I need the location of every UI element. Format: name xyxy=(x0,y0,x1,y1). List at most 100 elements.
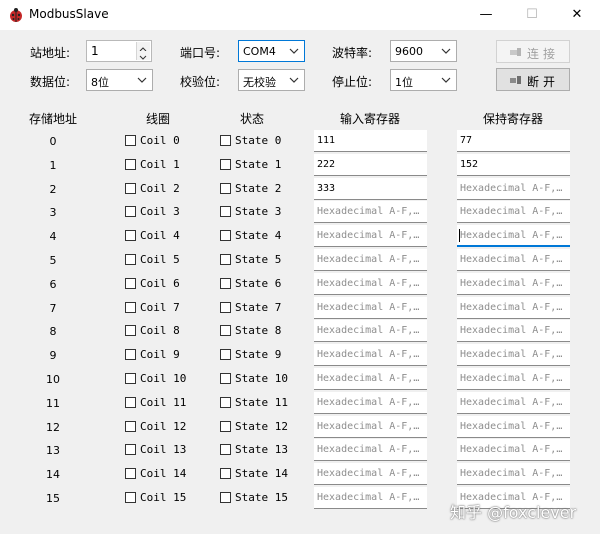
state-checkbox[interactable] xyxy=(220,254,231,265)
input-register-field[interactable]: 222 xyxy=(314,154,427,176)
holding-register-field[interactable]: Hexadecimal A-F,… xyxy=(457,463,570,485)
minimize-button[interactable]: — xyxy=(463,0,509,30)
coil-label: Coil 14 xyxy=(140,467,187,480)
spin-down-icon[interactable] xyxy=(136,51,150,60)
coil-checkbox[interactable] xyxy=(125,492,136,503)
coil-checkbox[interactable] xyxy=(125,206,136,217)
state-checkbox[interactable] xyxy=(220,230,231,241)
state-checkbox[interactable] xyxy=(220,349,231,360)
input-register-field[interactable]: Hexadecimal A-F,… xyxy=(314,487,427,509)
address-cell: 10 xyxy=(46,373,60,386)
baud-select[interactable]: 9600 xyxy=(390,40,457,62)
input-register-field[interactable]: Hexadecimal A-F,… xyxy=(314,297,427,319)
parity-select[interactable]: 无校验 xyxy=(238,69,305,91)
state-checkbox[interactable] xyxy=(220,135,231,146)
input-register-field[interactable]: Hexadecimal A-F,… xyxy=(314,439,427,461)
holding-register-field[interactable]: Hexadecimal A-F,… xyxy=(457,249,570,271)
coil-label: Coil 0 xyxy=(140,134,180,147)
state-label: State 11 xyxy=(235,396,288,409)
stopbits-select[interactable]: 1位 xyxy=(390,69,457,91)
input-register-field[interactable]: Hexadecimal A-F,… xyxy=(314,273,427,295)
spin-up-icon[interactable] xyxy=(136,42,150,52)
coil-checkbox[interactable] xyxy=(125,302,136,313)
table-row: 9 Coil 9 State 9 Hexadecimal A-F,… Hexadecim… xyxy=(0,344,600,367)
register-placeholder: Hexadecimal A-F,… xyxy=(317,230,420,241)
holding-register-field[interactable]: Hexadecimal A-F,… xyxy=(457,368,570,390)
coil-checkbox[interactable] xyxy=(125,278,136,289)
disconnect-button[interactable]: 断开 xyxy=(496,68,570,91)
coil-checkbox[interactable] xyxy=(125,230,136,241)
input-register-field[interactable]: Hexadecimal A-F,… xyxy=(314,201,427,223)
coil-checkbox[interactable] xyxy=(125,159,136,170)
holding-register-field[interactable]: Hexadecimal A-F,… xyxy=(457,273,570,295)
holding-register-field[interactable]: Hexadecimal A-F,… xyxy=(457,416,570,438)
state-checkbox[interactable] xyxy=(220,159,231,170)
chevron-down-icon xyxy=(441,48,451,54)
input-register-field[interactable]: 111 xyxy=(314,130,427,152)
holding-register-field[interactable]: 77 xyxy=(457,130,570,152)
input-register-field[interactable]: Hexadecimal A-F,… xyxy=(314,225,427,247)
parity-label: 校验位: xyxy=(180,75,221,89)
register-placeholder: Hexadecimal A-F,… xyxy=(317,397,420,408)
state-checkbox[interactable] xyxy=(220,183,231,194)
state-checkbox[interactable] xyxy=(220,278,231,289)
table-row: 8 Coil 8 State 8 Hexadecimal A-F,… Hexadecim… xyxy=(0,320,600,343)
register-placeholder: Hexadecimal A-F,… xyxy=(317,254,420,265)
table-row: 3 Coil 3 State 3 Hexadecimal A-F,… Hexadecim… xyxy=(0,201,600,224)
state-checkbox[interactable] xyxy=(220,302,231,313)
holding-register-field[interactable]: Hexadecimal A-F,… xyxy=(457,439,570,461)
state-checkbox[interactable] xyxy=(220,206,231,217)
holding-register-field[interactable]: Hexadecimal A-F,… xyxy=(457,297,570,319)
holding-register-field[interactable]: Hexadecimal A-F,… xyxy=(457,320,570,342)
state-label: State 8 xyxy=(235,324,282,337)
station-spinner[interactable] xyxy=(136,42,150,60)
holding-register-field[interactable]: Hexadecimal A-F,… xyxy=(457,344,570,366)
port-select[interactable]: COM4 xyxy=(238,40,305,62)
coil-checkbox[interactable] xyxy=(125,135,136,146)
station-label: 站地址: xyxy=(30,46,71,60)
holding-register-field[interactable]: Hexadecimal A-F,… xyxy=(457,178,570,200)
input-register-field[interactable]: 333 xyxy=(314,178,427,200)
coil-checkbox[interactable] xyxy=(125,325,136,336)
coil-checkbox[interactable] xyxy=(125,421,136,432)
register-placeholder: Hexadecimal A-F,… xyxy=(317,278,420,289)
holding-register-field[interactable]: Hexadecimal A-F,… xyxy=(457,392,570,414)
coil-checkbox[interactable] xyxy=(125,183,136,194)
address-cell: 2 xyxy=(49,183,57,196)
address-cell: 1 xyxy=(49,159,57,172)
input-register-field[interactable]: Hexadecimal A-F,… xyxy=(314,368,427,390)
close-button[interactable]: ✕ xyxy=(554,0,600,30)
state-checkbox[interactable] xyxy=(220,468,231,479)
coil-checkbox[interactable] xyxy=(125,254,136,265)
maximize-button[interactable]: ☐ xyxy=(509,0,555,30)
connect-button[interactable]: 连接 xyxy=(496,40,570,63)
input-register-field[interactable]: Hexadecimal A-F,… xyxy=(314,344,427,366)
state-checkbox[interactable] xyxy=(220,373,231,384)
state-checkbox[interactable] xyxy=(220,325,231,336)
state-checkbox[interactable] xyxy=(220,421,231,432)
state-checkbox[interactable] xyxy=(220,492,231,503)
coil-checkbox[interactable] xyxy=(125,468,136,479)
coil-checkbox[interactable] xyxy=(125,444,136,455)
input-register-field[interactable]: Hexadecimal A-F,… xyxy=(314,416,427,438)
state-label: State 10 xyxy=(235,372,288,385)
state-checkbox[interactable] xyxy=(220,444,231,455)
holding-register-field[interactable]: Hexadecimal A-F,… xyxy=(457,225,570,247)
register-placeholder: Hexadecimal A-F,… xyxy=(460,468,563,479)
state-checkbox[interactable] xyxy=(220,397,231,408)
register-placeholder: Hexadecimal A-F,… xyxy=(460,183,563,194)
databits-select[interactable]: 8位 xyxy=(86,69,153,91)
holding-register-field[interactable]: 152 xyxy=(457,154,570,176)
coil-checkbox[interactable] xyxy=(125,373,136,384)
register-placeholder: Hexadecimal A-F,… xyxy=(317,421,420,432)
coil-label: Coil 15 xyxy=(140,491,187,504)
coil-checkbox[interactable] xyxy=(125,349,136,360)
input-register-field[interactable]: Hexadecimal A-F,… xyxy=(314,320,427,342)
input-register-field[interactable]: Hexadecimal A-F,… xyxy=(314,249,427,271)
station-spinbox[interactable]: 1 xyxy=(86,40,152,62)
input-register-field[interactable]: Hexadecimal A-F,… xyxy=(314,463,427,485)
input-register-field[interactable]: Hexadecimal A-F,… xyxy=(314,392,427,414)
coil-checkbox[interactable] xyxy=(125,397,136,408)
register-placeholder: Hexadecimal A-F,… xyxy=(460,278,563,289)
holding-register-field[interactable]: Hexadecimal A-F,… xyxy=(457,201,570,223)
